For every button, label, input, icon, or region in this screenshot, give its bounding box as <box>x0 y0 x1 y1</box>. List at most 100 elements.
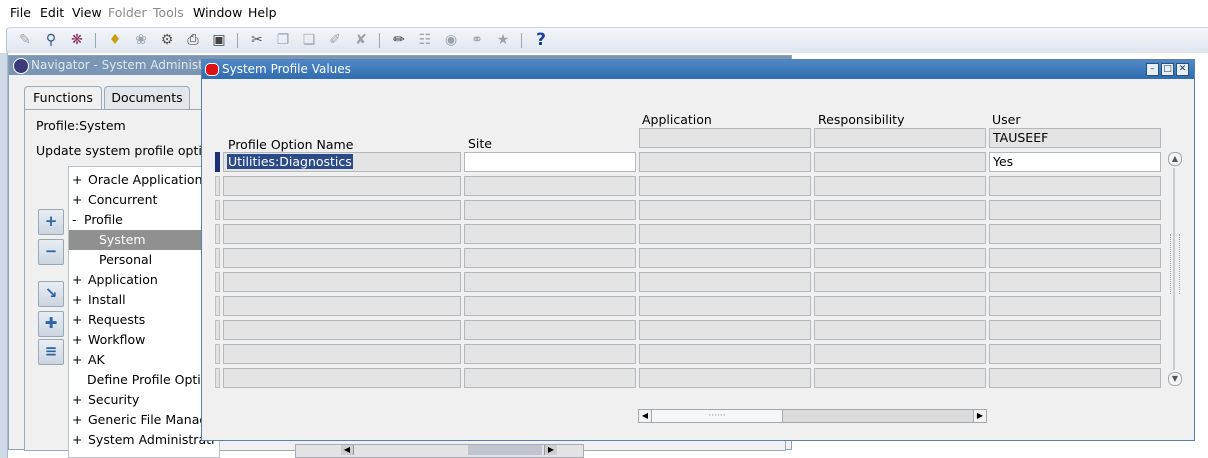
responsibility-value-field[interactable] <box>814 176 986 196</box>
profile-option-name-field[interactable] <box>223 224 461 244</box>
profile-window-title-bar[interactable]: System Profile Values – □ ✕ <box>202 60 1194 79</box>
application-value-field[interactable] <box>639 200 811 220</box>
help-icon[interactable]: ? <box>533 32 549 49</box>
profile-option-name-field[interactable] <box>223 368 461 388</box>
responsibility-value-field[interactable] <box>814 224 986 244</box>
tab-documents[interactable]: Documents <box>104 86 190 109</box>
tree-item[interactable]: + Generic File Manag <box>69 410 219 430</box>
tree-expander[interactable]: - <box>69 210 84 230</box>
user-value-field[interactable] <box>989 272 1161 292</box>
tree-item[interactable]: + System Administrati <box>69 430 219 450</box>
application-context-field[interactable] <box>639 128 811 148</box>
tree-expander[interactable]: + <box>69 410 88 430</box>
scroll-left-icon[interactable]: ◀ <box>639 410 652 422</box>
application-value-field[interactable] <box>639 296 811 316</box>
profile-option-name-field[interactable] <box>223 200 461 220</box>
delete-record-icon[interactable]: ✘ <box>353 32 369 48</box>
edit-field-icon[interactable]: ✏ <box>391 32 407 48</box>
site-value-field[interactable] <box>464 272 636 292</box>
zoom-icon[interactable]: ☷ <box>417 32 433 48</box>
scroll-thumb[interactable] <box>468 445 542 455</box>
tab-functions[interactable]: Functions <box>24 86 102 109</box>
tree-item[interactable]: + Install <box>69 290 219 310</box>
tree-expander[interactable]: + <box>69 270 88 290</box>
next-step-icon[interactable]: ❀ <box>133 32 149 48</box>
user-value-field[interactable]: Yes <box>989 152 1161 172</box>
menu-window[interactable]: Window <box>193 5 242 20</box>
print-icon[interactable]: ⎙ <box>185 32 201 48</box>
responsibility-value-field[interactable] <box>814 200 986 220</box>
user-value-field[interactable] <box>989 224 1161 244</box>
user-value-field[interactable] <box>989 176 1161 196</box>
expand-button[interactable]: + <box>38 209 64 235</box>
responsibility-value-field[interactable] <box>814 248 986 268</box>
user-value-field[interactable] <box>989 368 1161 388</box>
site-value-field[interactable] <box>464 320 636 340</box>
responsibility-value-field[interactable] <box>814 368 986 388</box>
user-context-field[interactable]: TAUSEEF <box>989 128 1161 148</box>
application-value-field[interactable] <box>639 248 811 268</box>
close-form-icon[interactable]: ▣ <box>211 32 227 48</box>
find-icon[interactable]: ⚲ <box>43 32 59 48</box>
application-value-field[interactable] <box>639 272 811 292</box>
maximize-icon[interactable]: □ <box>1161 63 1174 76</box>
attachments-icon[interactable]: ⚭ <box>469 32 485 48</box>
application-value-field[interactable] <box>639 344 811 364</box>
site-value-field[interactable] <box>464 344 636 364</box>
tree-item[interactable]: + AK <box>69 350 219 370</box>
tree-item[interactable]: + Security <box>69 390 219 410</box>
responsibility-value-field[interactable] <box>814 344 986 364</box>
tree-expander[interactable]: + <box>69 290 88 310</box>
site-value-field[interactable] <box>464 152 636 172</box>
profile-option-name-field[interactable] <box>223 344 461 364</box>
tree-item-selected[interactable]: System <box>69 230 219 250</box>
tree-item[interactable]: + Concurrent <box>69 190 219 210</box>
navigator-icon[interactable]: ❋ <box>69 32 85 48</box>
menu-view[interactable]: View <box>72 5 102 20</box>
site-value-field[interactable] <box>464 296 636 316</box>
minimize-icon[interactable]: – <box>1146 63 1159 76</box>
menu-folder[interactable]: Folder <box>108 5 147 20</box>
application-value-field[interactable] <box>639 176 811 196</box>
tree-expander[interactable]: + <box>69 390 88 410</box>
application-value-field[interactable] <box>639 368 811 388</box>
tree-item[interactable]: + Oracle Applications <box>69 170 219 190</box>
tree-expander[interactable]: + <box>69 310 88 330</box>
tree-item[interactable]: Personal <box>69 250 219 270</box>
site-value-field[interactable] <box>464 176 636 196</box>
menu-edit[interactable]: Edit <box>40 5 64 20</box>
row-indicator[interactable] <box>215 200 220 220</box>
profile-option-name-field[interactable] <box>223 176 461 196</box>
tree-item[interactable]: + Workflow <box>69 330 219 350</box>
tree-item[interactable]: Define Profile Option <box>69 370 219 390</box>
tree-expander[interactable]: + <box>69 350 88 370</box>
close-icon[interactable]: ✕ <box>1176 63 1189 76</box>
new-icon[interactable]: ✐ <box>327 32 343 48</box>
scroll-up-icon[interactable]: ▲ <box>1168 152 1182 166</box>
user-value-field[interactable] <box>989 248 1161 268</box>
collapse-all-button[interactable]: ≡ <box>38 339 64 365</box>
records-vertical-scrollbar[interactable]: ▲ ▼ <box>1167 150 1182 388</box>
responsibility-value-field[interactable] <box>814 296 986 316</box>
scroll-left-icon[interactable]: ◀ <box>341 445 354 455</box>
records-horizontal-scrollbar[interactable]: ◀ ······ ▶ <box>638 409 987 423</box>
site-value-field[interactable] <box>464 224 636 244</box>
responsibility-value-field[interactable] <box>814 320 986 340</box>
user-value-field[interactable] <box>989 200 1161 220</box>
scroll-right-icon[interactable]: ▶ <box>973 410 986 422</box>
scroll-down-icon[interactable]: ▼ <box>1168 372 1182 386</box>
profile-option-name-field[interactable] <box>223 272 461 292</box>
profile-option-name-field[interactable] <box>223 320 461 340</box>
menu-file[interactable]: File <box>10 5 31 20</box>
expand-all-button[interactable]: ✚ <box>38 311 64 337</box>
row-indicator[interactable] <box>215 296 220 316</box>
paste-icon[interactable]: ❏ <box>301 32 317 48</box>
scroll-thumb[interactable] <box>1170 234 1180 294</box>
profile-option-name-field[interactable] <box>223 296 461 316</box>
site-value-field[interactable] <box>464 248 636 268</box>
tree-item[interactable]: + Requests <box>69 310 219 330</box>
user-value-field[interactable] <box>989 296 1161 316</box>
row-indicator-current[interactable] <box>215 152 220 172</box>
row-indicator[interactable] <box>215 368 220 388</box>
profile-option-name-field[interactable] <box>223 248 461 268</box>
